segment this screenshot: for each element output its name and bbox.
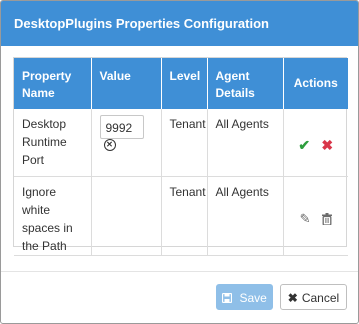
actions-cell: ✎ <box>283 176 348 256</box>
table-header-row: Property Name Value Level Agent Details … <box>14 58 348 109</box>
save-button-label: Save <box>239 291 267 305</box>
column-header-agent-details: Agent Details <box>207 58 284 109</box>
cancel-button-label: Cancel <box>301 291 340 305</box>
check-icon[interactable]: ✔ <box>298 136 310 154</box>
agent-details-cell: All Agents <box>207 109 284 177</box>
close-icon: ✖ <box>287 291 298 305</box>
column-header-level: Level <box>161 58 208 109</box>
column-header-value: Value <box>91 58 162 109</box>
clear-icon[interactable]: ✕ <box>103 138 116 151</box>
edit-icon[interactable]: ✎ <box>300 210 311 228</box>
table-row: Desktop Runtime Port 9992✕ Tenant All Ag… <box>14 109 348 177</box>
floppy-disk-icon <box>222 291 235 305</box>
save-button[interactable]: Save <box>216 284 273 310</box>
value-cell <box>91 176 162 256</box>
cancel-button[interactable]: ✖ Cancel <box>280 284 347 310</box>
table-row: Ignore white spaces in the Path Tenant A… <box>14 176 348 256</box>
trash-icon[interactable] <box>321 210 332 228</box>
actions-cell: ✔ ✖ <box>283 109 348 177</box>
agent-details-cell: All Agents <box>207 176 284 256</box>
level-cell: Tenant <box>161 109 208 177</box>
value-cell: 9992✕ <box>91 109 162 177</box>
cross-icon[interactable]: ✖ <box>321 136 333 154</box>
dialog-title: DesktopPlugins Properties Configuration <box>1 1 358 46</box>
column-header-property-name: Property Name <box>14 58 92 109</box>
property-name-cell: Ignore white spaces in the Path <box>14 176 92 256</box>
property-name-cell: Desktop Runtime Port <box>14 109 92 177</box>
value-input[interactable]: 9992 <box>99 115 144 139</box>
footer-divider <box>1 271 358 272</box>
column-header-actions: Actions <box>283 58 348 109</box>
properties-dialog: DesktopPlugins Properties Configuration … <box>0 0 359 324</box>
level-cell: Tenant <box>161 176 208 256</box>
properties-table: Property Name Value Level Agent Details … <box>13 57 348 256</box>
